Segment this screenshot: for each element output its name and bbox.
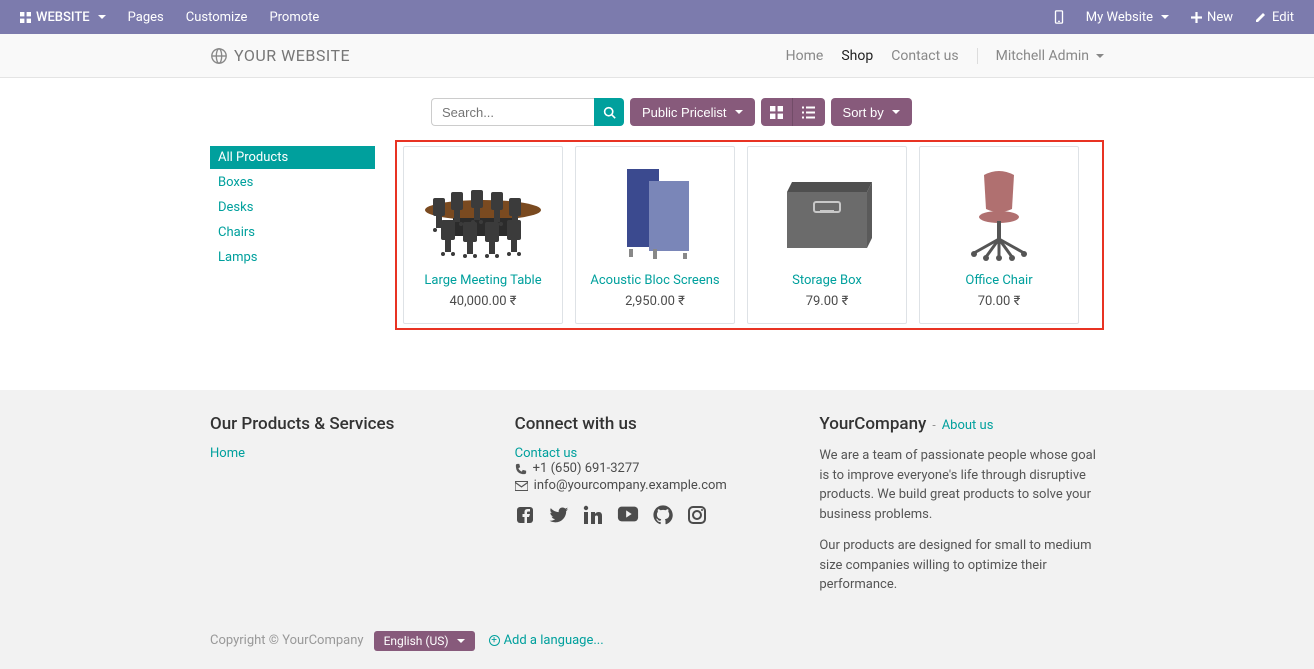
chevron-down-icon	[1161, 15, 1169, 19]
sort-by-label: Sort by	[843, 105, 884, 120]
twitter-icon[interactable]	[549, 505, 569, 525]
footer-col1-title: Our Products & Services	[210, 414, 495, 434]
footer-col2-title: Connect with us	[515, 414, 800, 434]
divider	[977, 48, 978, 64]
pricelist-dropdown[interactable]: Public Pricelist	[630, 98, 755, 126]
pricelist-label: Public Pricelist	[642, 105, 727, 120]
edit-button[interactable]: Edit	[1245, 4, 1304, 31]
sidebar-item-lamps[interactable]: Lamps	[210, 246, 375, 269]
list-view-button[interactable]	[793, 98, 825, 126]
sort-by-dropdown[interactable]: Sort by	[831, 98, 912, 126]
add-language-label: Add a language...	[504, 633, 604, 648]
product-price: 40,000.00 ₹	[449, 294, 516, 309]
footer-contact-link[interactable]: Contact us	[515, 446, 578, 461]
product-name: Office Chair	[965, 273, 1032, 288]
product-price: 70.00 ₹	[978, 294, 1021, 309]
product-name: Storage Box	[792, 273, 862, 288]
search-button[interactable]	[594, 98, 624, 126]
my-website-menu[interactable]: My Website	[1076, 4, 1179, 31]
footer-email: info@yourcompany.example.com	[534, 478, 727, 493]
mobile-preview-button[interactable]	[1044, 4, 1074, 30]
product-card[interactable]: Office Chair 70.00 ₹	[919, 146, 1079, 324]
footer-brand: YourCompany	[819, 414, 926, 434]
product-image	[585, 163, 725, 263]
product-name: Large Meeting Table	[424, 273, 541, 288]
linkedin-icon[interactable]	[583, 505, 603, 525]
about-us-link[interactable]: About us	[942, 418, 994, 433]
sidebar-item-chairs[interactable]: Chairs	[210, 221, 375, 244]
nav-contact[interactable]: Contact us	[891, 48, 958, 64]
promote-menu[interactable]: Promote	[259, 4, 329, 31]
site-header: YOUR WEBSITE Home Shop Contact us Mitche…	[0, 34, 1314, 78]
chevron-down-icon	[735, 110, 743, 114]
product-grid-highlight: Large Meeting Table 40,000.00 ₹ Acoustic…	[395, 140, 1104, 330]
user-label: Mitchell Admin	[996, 48, 1089, 64]
top-app-bar: WEBSITE Pages Customize Promote My Websi…	[0, 0, 1314, 34]
product-card[interactable]: Large Meeting Table 40,000.00 ₹	[403, 146, 563, 324]
sidebar-item-all-products[interactable]: All Products	[210, 146, 375, 169]
product-card[interactable]: Storage Box 79.00 ₹	[747, 146, 907, 324]
language-selector[interactable]: English (US)	[374, 631, 475, 651]
footer-home-link[interactable]: Home	[210, 446, 245, 461]
footer-phone: +1 (650) 691-3277	[533, 461, 640, 476]
instagram-icon[interactable]	[687, 505, 707, 525]
my-website-label: My Website	[1086, 10, 1153, 25]
product-price: 79.00 ₹	[806, 294, 849, 309]
about-paragraph-2: Our products are designed for small to m…	[819, 536, 1104, 595]
logo-text: YOUR WEBSITE	[234, 46, 350, 65]
product-name: Acoustic Bloc Screens	[590, 273, 719, 288]
customize-menu[interactable]: Customize	[176, 4, 258, 31]
product-grid: Large Meeting Table 40,000.00 ₹ Acoustic…	[403, 146, 1096, 324]
pages-menu[interactable]: Pages	[118, 4, 174, 31]
user-menu[interactable]: Mitchell Admin	[996, 48, 1104, 64]
product-card[interactable]: Acoustic Bloc Screens 2,950.00 ₹	[575, 146, 735, 324]
product-image	[757, 163, 897, 263]
youtube-icon[interactable]	[617, 505, 639, 525]
new-label: New	[1207, 10, 1233, 25]
website-menu[interactable]: WEBSITE	[10, 4, 116, 31]
product-image	[413, 163, 553, 263]
add-language-link[interactable]: + Add a language...	[489, 633, 604, 648]
facebook-icon[interactable]	[515, 505, 535, 525]
edit-label: Edit	[1272, 10, 1294, 25]
category-sidebar: All Products Boxes Desks Chairs Lamps	[210, 146, 375, 271]
new-button[interactable]: New	[1181, 4, 1243, 31]
about-paragraph-1: We are a team of passionate people whose…	[819, 446, 1104, 524]
product-price: 2,950.00 ₹	[625, 294, 685, 309]
filter-bar: Public Pricelist Sort by	[431, 98, 1104, 126]
nav-home[interactable]: Home	[786, 48, 824, 64]
grid-view-button[interactable]	[761, 98, 793, 126]
sidebar-item-desks[interactable]: Desks	[210, 196, 375, 219]
search-input[interactable]	[431, 98, 594, 126]
language-label: English (US)	[384, 634, 449, 648]
chevron-down-icon	[892, 110, 900, 114]
product-image	[929, 163, 1069, 263]
chevron-down-icon	[1096, 54, 1104, 58]
nav-shop[interactable]: Shop	[841, 48, 873, 64]
grid-icon	[20, 12, 31, 23]
sidebar-item-boxes[interactable]: Boxes	[210, 171, 375, 194]
github-icon[interactable]	[653, 505, 673, 525]
chevron-down-icon	[98, 15, 106, 19]
plus-circle-icon: +	[489, 635, 500, 646]
dash: -	[932, 418, 935, 432]
chevron-down-icon	[457, 639, 465, 643]
site-logo[interactable]: YOUR WEBSITE	[210, 46, 350, 65]
website-label: WEBSITE	[36, 10, 90, 25]
copyright-text: Copyright © YourCompany	[210, 633, 364, 648]
site-footer: Our Products & Services Home Connect wit…	[0, 390, 1314, 669]
